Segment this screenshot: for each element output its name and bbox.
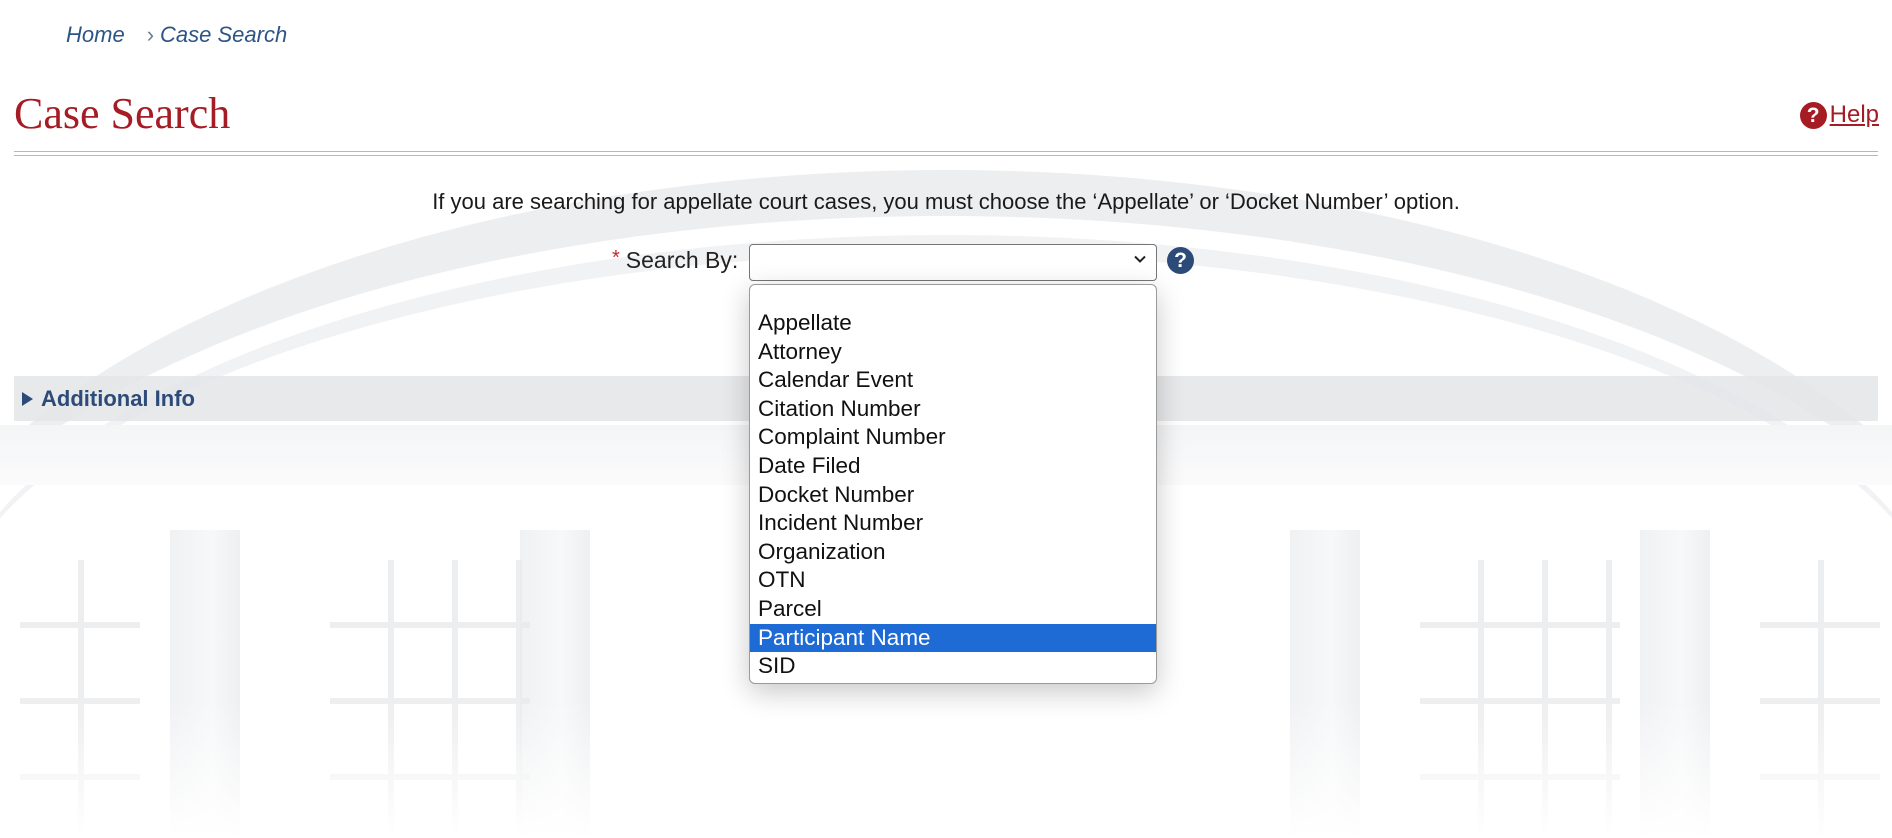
title-divider bbox=[14, 151, 1878, 156]
dropdown-option-docket-number[interactable]: Docket Number bbox=[750, 481, 1156, 510]
dropdown-option-otn[interactable]: OTN bbox=[750, 566, 1156, 595]
search-by-dropdown-list: Appellate Attorney Calendar Event Citati… bbox=[749, 284, 1157, 684]
breadcrumb-home-link[interactable]: Home bbox=[66, 22, 125, 47]
search-by-help-icon[interactable]: ? bbox=[1167, 247, 1194, 274]
search-by-label: * Search By: bbox=[612, 247, 738, 274]
dropdown-option-complaint-number[interactable]: Complaint Number bbox=[750, 423, 1156, 452]
additional-info-label: Additional Info bbox=[41, 386, 195, 411]
dropdown-option-organization[interactable]: Organization bbox=[750, 538, 1156, 567]
help-question-icon: ? bbox=[1799, 101, 1827, 129]
dropdown-option-attorney[interactable]: Attorney bbox=[750, 338, 1156, 367]
help-link[interactable]: ? Help bbox=[1799, 101, 1879, 129]
appellate-info-text: If you are searching for appellate court… bbox=[432, 189, 1460, 214]
expand-triangle-icon bbox=[22, 392, 33, 406]
search-by-label-text: Search By: bbox=[625, 247, 739, 273]
breadcrumb-separator: › bbox=[146, 22, 155, 47]
search-by-select[interactable] bbox=[749, 244, 1157, 281]
dropdown-option-calendar-event[interactable]: Calendar Event bbox=[750, 366, 1156, 395]
help-label: Help bbox=[1829, 101, 1879, 128]
breadcrumb-current[interactable]: Case Search bbox=[160, 22, 287, 47]
dropdown-option-date-filed[interactable]: Date Filed bbox=[750, 452, 1156, 481]
chevron-down-icon bbox=[1134, 255, 1146, 263]
dropdown-option-sid[interactable]: SID bbox=[750, 652, 1156, 681]
dropdown-option-citation-number[interactable]: Citation Number bbox=[750, 395, 1156, 424]
required-marker: * bbox=[612, 247, 620, 269]
dropdown-option-participant-name[interactable]: Participant Name bbox=[750, 623, 1156, 653]
page-title: Case Search bbox=[14, 89, 231, 138]
dropdown-option-incident-number[interactable]: Incident Number bbox=[750, 509, 1156, 538]
dropdown-option-parcel[interactable]: Parcel bbox=[750, 595, 1156, 624]
dropdown-option-blank[interactable] bbox=[750, 285, 1156, 309]
dropdown-option-appellate[interactable]: Appellate bbox=[750, 309, 1156, 338]
breadcrumb: Home › Case Search bbox=[66, 22, 287, 48]
